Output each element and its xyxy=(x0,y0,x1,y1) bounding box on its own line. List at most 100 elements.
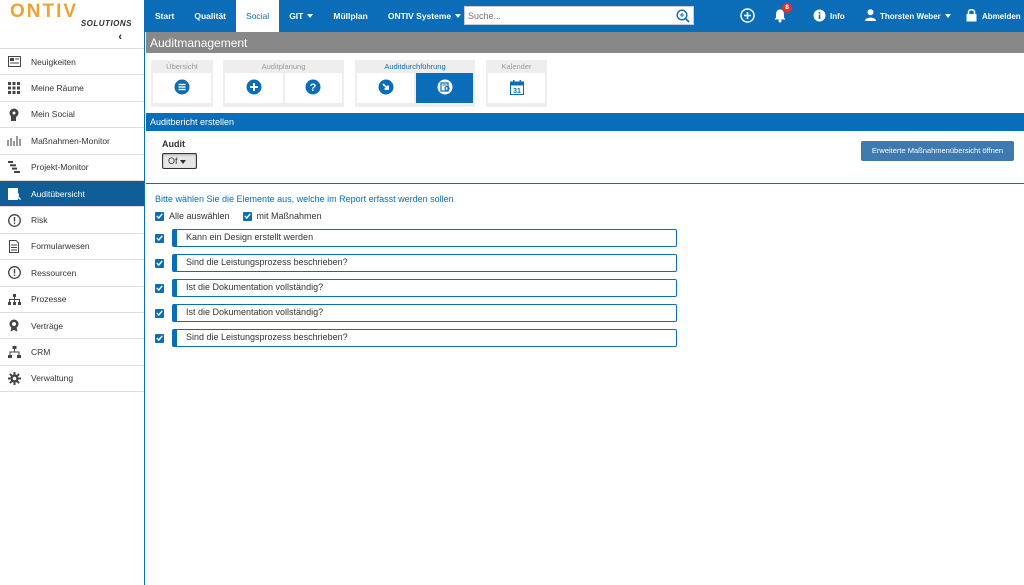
logo[interactable]: ONTIV SOLUTIONS xyxy=(0,0,144,31)
sidebar-item-crm[interactable]: CRM xyxy=(0,339,144,366)
with-measures-checkbox[interactable] xyxy=(242,211,252,221)
list-item: Kann ein Design erstellt werden xyxy=(155,229,677,247)
select-all-row: Alle auswählen mit Maßnahmen xyxy=(155,211,322,221)
sidebar-item-label: Verträge xyxy=(31,320,64,331)
audit-label: Audit xyxy=(162,139,185,149)
item-label-box[interactable]: Kann ein Design erstellt werden xyxy=(172,229,677,247)
sidebar-item-label: Formularwesen xyxy=(31,241,90,252)
add-button[interactable] xyxy=(740,0,755,32)
newspaper-icon xyxy=(7,55,21,69)
sidebar-item-mein-social[interactable]: Mein Social xyxy=(0,102,144,129)
nav-start-label: Start xyxy=(155,11,175,21)
sidebar-item-projekt-monitor[interactable]: Projekt-Monitor xyxy=(0,155,144,181)
list-item: Sind die Leistungsprozess beschrieben? xyxy=(155,254,677,272)
item-label-box[interactable]: Sind die Leistungsprozess beschrieben? xyxy=(172,329,677,347)
top-navbar: Start Qualität Social GIT Müllplan ONTIV… xyxy=(145,0,1024,32)
nav-ontiv-systeme-dropdown[interactable]: ONTIV Systeme xyxy=(378,0,471,32)
gantt-icon xyxy=(7,160,21,174)
nav-start[interactable]: Start xyxy=(145,0,184,32)
item-checkbox[interactable] xyxy=(155,308,164,318)
audit-select-dropdown[interactable]: Of xyxy=(162,153,197,169)
list-item: Ist die Dokumentation vollständig? xyxy=(155,304,677,322)
search-box xyxy=(464,6,694,25)
nav-muellplan-label: Müllplan xyxy=(333,11,368,21)
info-icon xyxy=(813,9,826,24)
search-input[interactable] xyxy=(465,7,665,24)
sidebar-item-meine-raeume[interactable]: Meine Räume xyxy=(0,75,144,102)
extended-measures-button[interactable]: Erweiterte Maßnahmenübersicht öffnen xyxy=(861,141,1014,161)
sidebar-collapse-button[interactable]: ‹ xyxy=(0,31,144,48)
item-label-box[interactable]: Sind die Leistungsprozess beschrieben? xyxy=(172,254,677,272)
plus-circle-icon xyxy=(740,7,755,25)
calendar-day: 31 xyxy=(513,88,521,95)
sidebar-item-label: Auditübersicht xyxy=(31,188,85,199)
notifications-button[interactable]: 8 xyxy=(773,0,793,32)
user-icon xyxy=(865,9,876,23)
sidebar-item-auditübersicht[interactable]: Auditübersicht xyxy=(0,180,144,208)
user-menu-dropdown[interactable]: Thorsten Weber xyxy=(865,0,951,32)
nav-qualitaet[interactable]: Qualität xyxy=(184,0,236,32)
tabgroup-label: Auditdurchführung xyxy=(384,62,446,71)
info-button[interactable]: Info xyxy=(813,0,845,32)
seal-icon xyxy=(7,319,21,333)
sidebar-item-neuigkeiten[interactable]: Neuigkeiten xyxy=(0,49,144,76)
item-checkbox[interactable] xyxy=(155,233,164,243)
page-title: Auditmanagement xyxy=(146,32,1024,53)
sidebar-item-verwaltung[interactable]: Verwaltung xyxy=(0,366,144,393)
sidebar-item-label: Meine Räume xyxy=(31,83,84,94)
section-title: Auditbericht erstellen xyxy=(146,113,1024,131)
sidebar-item-label: CRM xyxy=(31,346,51,357)
nav-git-dropdown[interactable]: GIT xyxy=(279,0,323,32)
network-icon xyxy=(7,345,21,359)
item-checkbox[interactable] xyxy=(155,333,164,343)
logout-label: Abmelden xyxy=(982,11,1021,21)
audit-selector-area: Audit Of Erweiterte Maßnahmenübersicht ö… xyxy=(146,131,1024,184)
logout-button[interactable]: Abmelden xyxy=(966,0,1021,32)
sidebar-item-label: Verwaltung xyxy=(31,373,74,384)
sidebar-item-ressourcen[interactable]: Ressourcen xyxy=(0,260,144,287)
sidebar-item-formularwesen[interactable]: Formularwesen xyxy=(0,234,144,261)
report-icon xyxy=(437,79,453,97)
item-label-box[interactable]: Ist die Dokumentation vollständig? xyxy=(172,304,677,322)
nav-muellplan[interactable]: Müllplan xyxy=(323,0,377,32)
plan-add-button[interactable] xyxy=(225,73,283,103)
tabgroup-label: Kalender xyxy=(501,62,532,71)
tabgroup-uebersicht: Übersicht xyxy=(151,60,213,107)
sidebar-item-label: Prozesse xyxy=(31,294,67,305)
caret-down-icon xyxy=(307,14,314,18)
with-measures-label: mit Maßnahmen xyxy=(256,211,322,221)
nav-git-label: GIT xyxy=(289,11,304,21)
gear-icon xyxy=(7,371,21,385)
nav-social[interactable]: Social xyxy=(236,0,280,32)
select-all-checkbox[interactable] xyxy=(155,211,164,221)
logo-subtext: SOLUTIONS xyxy=(80,19,132,28)
lock-icon xyxy=(966,8,977,24)
plus-circle-icon xyxy=(246,79,262,97)
list-circle-icon xyxy=(174,79,190,97)
audit-tabs: Übersicht Auditplanung ? Auditdurchführu… xyxy=(146,53,1024,113)
sidebar-item-vertraege[interactable]: Verträge xyxy=(0,313,144,340)
caret-down-icon xyxy=(944,14,951,18)
tabgroup-label: Auditplanung xyxy=(261,62,306,71)
sidebar-item-label: Maßnahmen-Monitor xyxy=(31,135,110,146)
calendar-button[interactable]: 31 xyxy=(488,73,545,103)
sidebar-item-risk[interactable]: Risk xyxy=(0,207,144,234)
item-label-box[interactable]: Ist die Dokumentation vollständig? xyxy=(172,279,677,297)
sidebar-item-massnahmen-monitor[interactable]: Maßnahmen-Monitor xyxy=(0,128,144,155)
item-checkbox[interactable] xyxy=(155,258,164,268)
execute-audit-button[interactable] xyxy=(357,73,414,103)
arrow-circle-icon xyxy=(378,79,394,97)
overview-list-button[interactable] xyxy=(153,73,211,103)
info-label: Info xyxy=(830,11,845,21)
audit-report-button[interactable] xyxy=(416,73,473,103)
list-item: Sind die Leistungsprozess beschrieben? xyxy=(155,329,677,347)
plan-help-button[interactable]: ? xyxy=(284,73,342,103)
tabgroup-auditdurchfuehrung: Auditdurchführung xyxy=(355,60,475,107)
grid-icon xyxy=(7,81,21,95)
sidebar-item-prozesse[interactable]: Prozesse xyxy=(0,287,144,313)
caret-down-icon xyxy=(179,159,186,164)
item-checkbox[interactable] xyxy=(155,283,164,293)
audit-select-value: Of xyxy=(168,156,178,166)
search-icon[interactable] xyxy=(676,9,690,25)
alert-icon xyxy=(7,213,21,227)
